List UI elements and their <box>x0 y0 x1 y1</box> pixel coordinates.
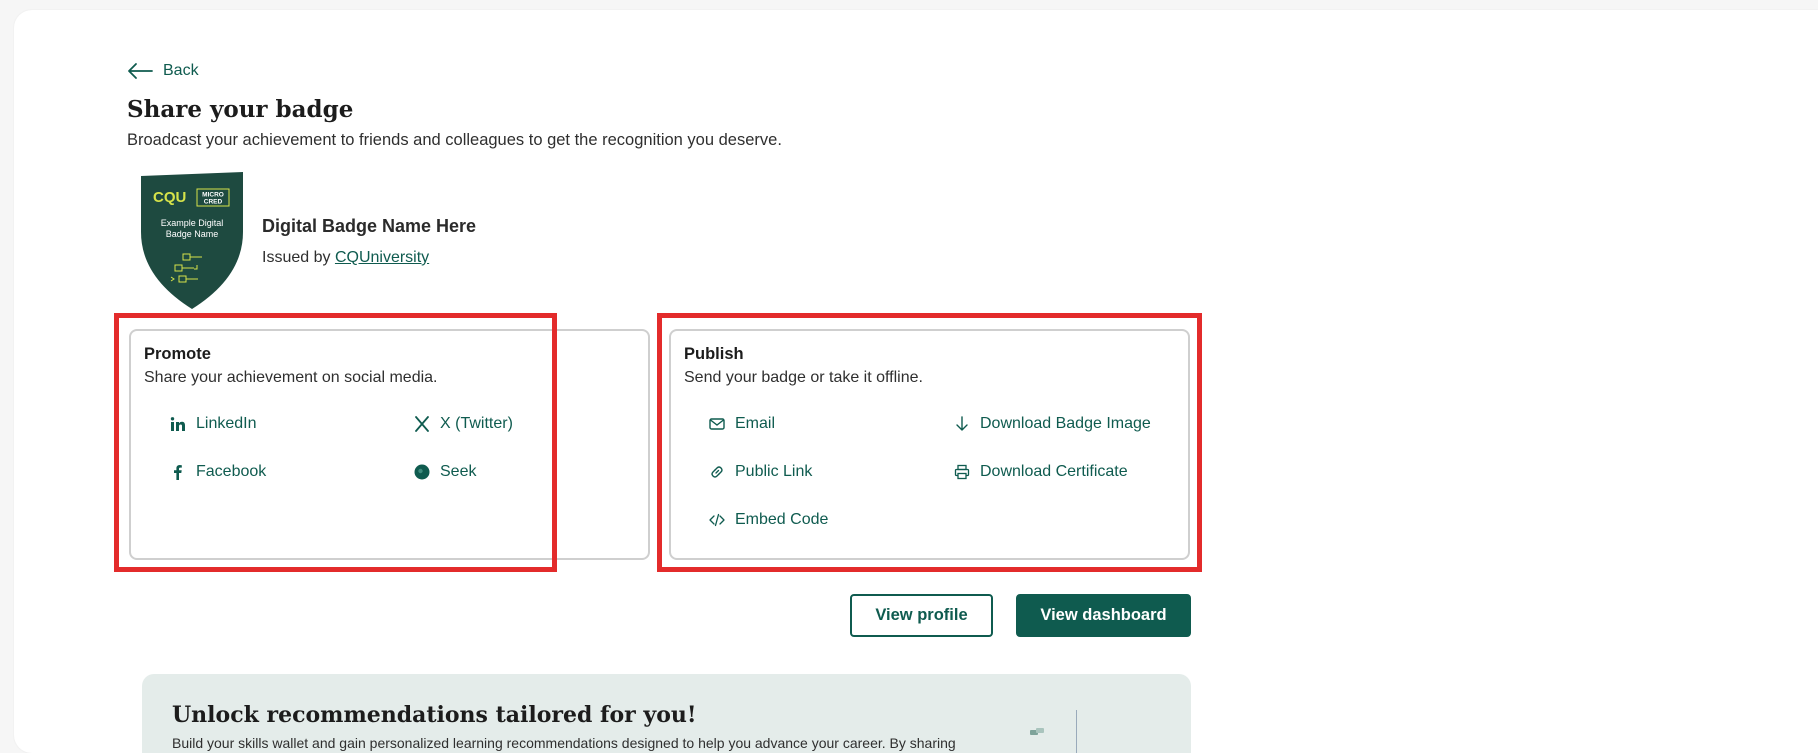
publish-email[interactable]: Email <box>709 415 775 433</box>
page-subtitle: Broadcast your achievement to friends an… <box>127 131 782 149</box>
linkedin-icon <box>170 416 186 432</box>
facebook-icon <box>170 464 186 480</box>
publish-download-image-label: Download Badge Image <box>980 415 1151 432</box>
badge-graphic-line2: Badge Name <box>166 229 219 239</box>
publish-description: Send your badge or take it offline. <box>684 369 923 386</box>
publish-title: Publish <box>684 345 744 363</box>
download-icon <box>954 416 970 432</box>
recommendations-title: Unlock recommendations tailored for you! <box>172 702 697 728</box>
view-profile-button[interactable]: View profile <box>850 594 993 637</box>
printer-icon <box>954 464 970 480</box>
share-linkedin-label: LinkedIn <box>196 415 257 432</box>
badge-graphic-line1: Example Digital <box>161 218 224 228</box>
envelope-icon <box>709 416 725 432</box>
share-x-twitter[interactable]: X (Twitter) <box>414 415 513 433</box>
publish-embed-code[interactable]: Embed Code <box>709 511 828 529</box>
badge-logo-text: CQU <box>153 189 186 206</box>
issuer-link[interactable]: CQUniversity <box>335 249 429 266</box>
share-seek-label: Seek <box>440 463 477 480</box>
recommendations-text: Build your skills wallet and gain person… <box>172 735 956 751</box>
link-icon <box>709 464 725 480</box>
page-title: Share your badge <box>127 96 354 123</box>
badge-image: CQU MICRO CRED Example Digital Badge Nam… <box>141 172 243 309</box>
share-linkedin[interactable]: LinkedIn <box>170 415 257 433</box>
page-container: Back Share your badge Broadcast your ach… <box>14 10 1818 753</box>
badge-micro-line1: MICRO <box>202 192 224 199</box>
publish-public-link[interactable]: Public Link <box>709 463 812 481</box>
share-seek[interactable]: Seek <box>414 463 476 481</box>
publish-download-image[interactable]: Download Badge Image <box>954 415 1151 433</box>
issued-by: Issued by CQUniversity <box>262 249 429 267</box>
arrow-left-icon <box>128 63 153 79</box>
promote-description: Share your achievement on social media. <box>144 369 438 386</box>
promote-title: Promote <box>144 345 211 363</box>
publish-public-link-label: Public Link <box>735 463 813 480</box>
promote-card: Promote Share your achievement on social… <box>129 329 650 560</box>
publish-download-certificate[interactable]: Download Certificate <box>954 463 1128 481</box>
back-link[interactable]: Back <box>127 62 199 80</box>
share-facebook[interactable]: Facebook <box>170 463 266 481</box>
issued-prefix: Issued by <box>262 249 331 266</box>
code-icon <box>709 512 725 528</box>
publish-download-certificate-label: Download Certificate <box>980 463 1128 480</box>
seek-icon <box>414 464 430 480</box>
publish-embed-code-label: Embed Code <box>735 511 829 528</box>
badge-name: Digital Badge Name Here <box>262 216 477 236</box>
publish-card: Publish Send your badge or take it offli… <box>669 329 1190 560</box>
share-x-twitter-label: X (Twitter) <box>440 415 513 432</box>
promo-divider <box>1076 710 1077 753</box>
recommendations-banner: Unlock recommendations tailored for you!… <box>142 674 1191 753</box>
publish-email-label: Email <box>735 415 776 432</box>
share-facebook-label: Facebook <box>196 463 267 480</box>
view-dashboard-button[interactable]: View dashboard <box>1016 594 1191 637</box>
decoration-icon <box>1030 728 1044 735</box>
back-label: Back <box>163 62 199 79</box>
badge-micro-line2: CRED <box>204 199 223 206</box>
x-twitter-icon <box>414 416 430 432</box>
